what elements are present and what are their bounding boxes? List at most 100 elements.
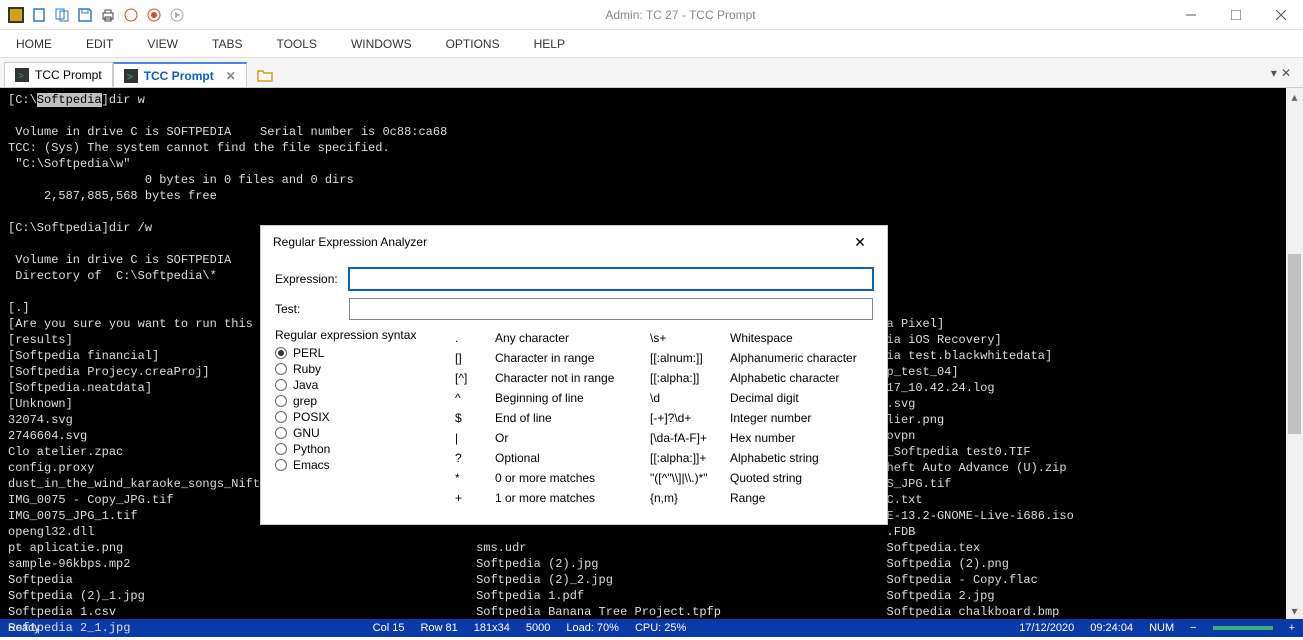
- regex-desc: Alphabetic string: [730, 448, 873, 468]
- syntax-radio-ruby[interactable]: Ruby: [275, 362, 425, 376]
- test-label: Test:: [275, 302, 339, 316]
- regex-symbol: ^: [455, 388, 495, 408]
- regex-desc: Whitespace: [730, 328, 873, 348]
- regex-symbol: |: [455, 428, 495, 448]
- tab-tcc-prompt-2[interactable]: > TCC Prompt ✕: [113, 62, 247, 87]
- regex-desc: Any character: [495, 328, 650, 348]
- menu-help[interactable]: HELP: [528, 33, 571, 55]
- syntax-radio-gnu[interactable]: GNU: [275, 426, 425, 440]
- menu-edit[interactable]: EDIT: [80, 33, 119, 55]
- radio-icon: [275, 427, 287, 439]
- tab-close-all-button[interactable]: ✕: [1281, 66, 1291, 80]
- new-file-icon[interactable]: [29, 5, 49, 25]
- scroll-thumb[interactable]: [1288, 254, 1301, 434]
- radio-label: PERL: [293, 346, 324, 360]
- regex-desc: Or: [495, 428, 650, 448]
- menu-windows[interactable]: WINDOWS: [345, 33, 418, 55]
- regex-desc: Decimal digit: [730, 388, 873, 408]
- radio-label: POSIX: [293, 410, 330, 424]
- dialog-title: Regular Expression Analyzer: [273, 235, 427, 249]
- radio-icon: [275, 347, 287, 359]
- regex-desc: Beginning of line: [495, 388, 650, 408]
- menu-bar: HOME EDIT VIEW TABS TOOLS WINDOWS OPTION…: [0, 30, 1303, 58]
- regex-desc: 1 or more matches: [495, 488, 650, 508]
- radio-icon: [275, 459, 287, 471]
- radio-label: GNU: [293, 426, 320, 440]
- regex-desc: Hex number: [730, 428, 873, 448]
- regex-desc: Optional: [495, 448, 650, 468]
- regex-analyzer-dialog: Regular Expression Analyzer ✕ Expression…: [260, 225, 888, 525]
- print-icon[interactable]: [98, 5, 118, 25]
- regex-desc: Character in range: [495, 348, 650, 368]
- record-icon[interactable]: [144, 5, 164, 25]
- dialog-close-button[interactable]: ✕: [845, 227, 875, 257]
- regex-symbol: *: [455, 468, 495, 488]
- minimize-button[interactable]: [1168, 0, 1213, 30]
- quick-access-toolbar: [0, 5, 193, 25]
- menu-view[interactable]: VIEW: [141, 33, 184, 55]
- regex-symbol: [[:alpha:]]: [650, 368, 730, 388]
- expression-label: Expression:: [275, 272, 339, 286]
- regex-symbol: [^]: [455, 368, 495, 388]
- close-button[interactable]: [1258, 0, 1303, 30]
- console-icon: >: [15, 68, 29, 82]
- radio-label: Java: [293, 378, 318, 392]
- console-icon: >: [124, 69, 138, 83]
- regex-desc: Quoted string: [730, 468, 873, 488]
- menu-tabs[interactable]: TABS: [206, 33, 248, 55]
- syntax-radio-grep[interactable]: grep: [275, 394, 425, 408]
- regex-symbol: +: [455, 488, 495, 508]
- regex-symbol: [\da-fA-F]+: [650, 428, 730, 448]
- radio-icon: [275, 379, 287, 391]
- tab-dropdown-button[interactable]: ▾: [1271, 66, 1277, 80]
- regex-desc: End of line: [495, 408, 650, 428]
- tab-tcc-prompt-1[interactable]: > TCC Prompt: [4, 62, 113, 87]
- title-bar: Admin: TC 27 - TCC Prompt: [0, 0, 1303, 30]
- regex-symbol: "([^"\\]|\\.)*": [650, 468, 730, 488]
- syntax-radio-python[interactable]: Python: [275, 442, 425, 456]
- tab-label: TCC Prompt: [35, 68, 102, 82]
- regex-symbol: []: [455, 348, 495, 368]
- scroll-up-button[interactable]: ▴: [1286, 88, 1303, 105]
- vertical-scrollbar[interactable]: ▴ ▾: [1286, 88, 1303, 619]
- expression-input[interactable]: [349, 268, 873, 290]
- radio-label: Emacs: [293, 458, 330, 472]
- svg-text:>: >: [127, 72, 133, 83]
- menu-options[interactable]: OPTIONS: [440, 33, 506, 55]
- regex-desc: Range: [730, 488, 873, 508]
- scroll-down-button[interactable]: ▾: [1286, 602, 1303, 619]
- app-icon: [6, 5, 26, 25]
- syntax-group-label: Regular expression syntax: [275, 328, 425, 342]
- syntax-radio-posix[interactable]: POSIX: [275, 410, 425, 424]
- regex-desc: Alphanumeric character: [730, 348, 873, 368]
- new-tab-button[interactable]: [247, 62, 283, 87]
- regex-symbol: ?: [455, 448, 495, 468]
- menu-home[interactable]: HOME: [10, 33, 58, 55]
- syntax-radio-perl[interactable]: PERL: [275, 346, 425, 360]
- scroll-track[interactable]: [1286, 105, 1303, 602]
- regex-desc: Integer number: [730, 408, 873, 428]
- radio-icon: [275, 363, 287, 375]
- window-title: Admin: TC 27 - TCC Prompt: [193, 8, 1168, 22]
- radio-label: Ruby: [293, 362, 321, 376]
- folder-icon: [257, 67, 273, 83]
- regex-symbol: {n,m}: [650, 488, 730, 508]
- dialog-title-bar[interactable]: Regular Expression Analyzer ✕: [261, 226, 887, 258]
- tab-label: TCC Prompt: [144, 69, 214, 83]
- syntax-radio-java[interactable]: Java: [275, 378, 425, 392]
- window-controls: [1168, 0, 1303, 30]
- test-input[interactable]: [349, 298, 873, 320]
- play-icon[interactable]: [167, 5, 187, 25]
- copy-icon[interactable]: [52, 5, 72, 25]
- menu-tools[interactable]: TOOLS: [270, 33, 322, 55]
- regex-desc: 0 or more matches: [495, 468, 650, 488]
- record-stop-icon[interactable]: [121, 5, 141, 25]
- radio-icon: [275, 443, 287, 455]
- save-icon[interactable]: [75, 5, 95, 25]
- regex-reference: .[][^]^$|?*+ Any characterCharacter in r…: [455, 328, 873, 508]
- tab-close-button[interactable]: ✕: [226, 69, 236, 83]
- syntax-radio-emacs[interactable]: Emacs: [275, 458, 425, 472]
- regex-symbol: \s+: [650, 328, 730, 348]
- maximize-button[interactable]: [1213, 0, 1258, 30]
- regex-symbol: $: [455, 408, 495, 428]
